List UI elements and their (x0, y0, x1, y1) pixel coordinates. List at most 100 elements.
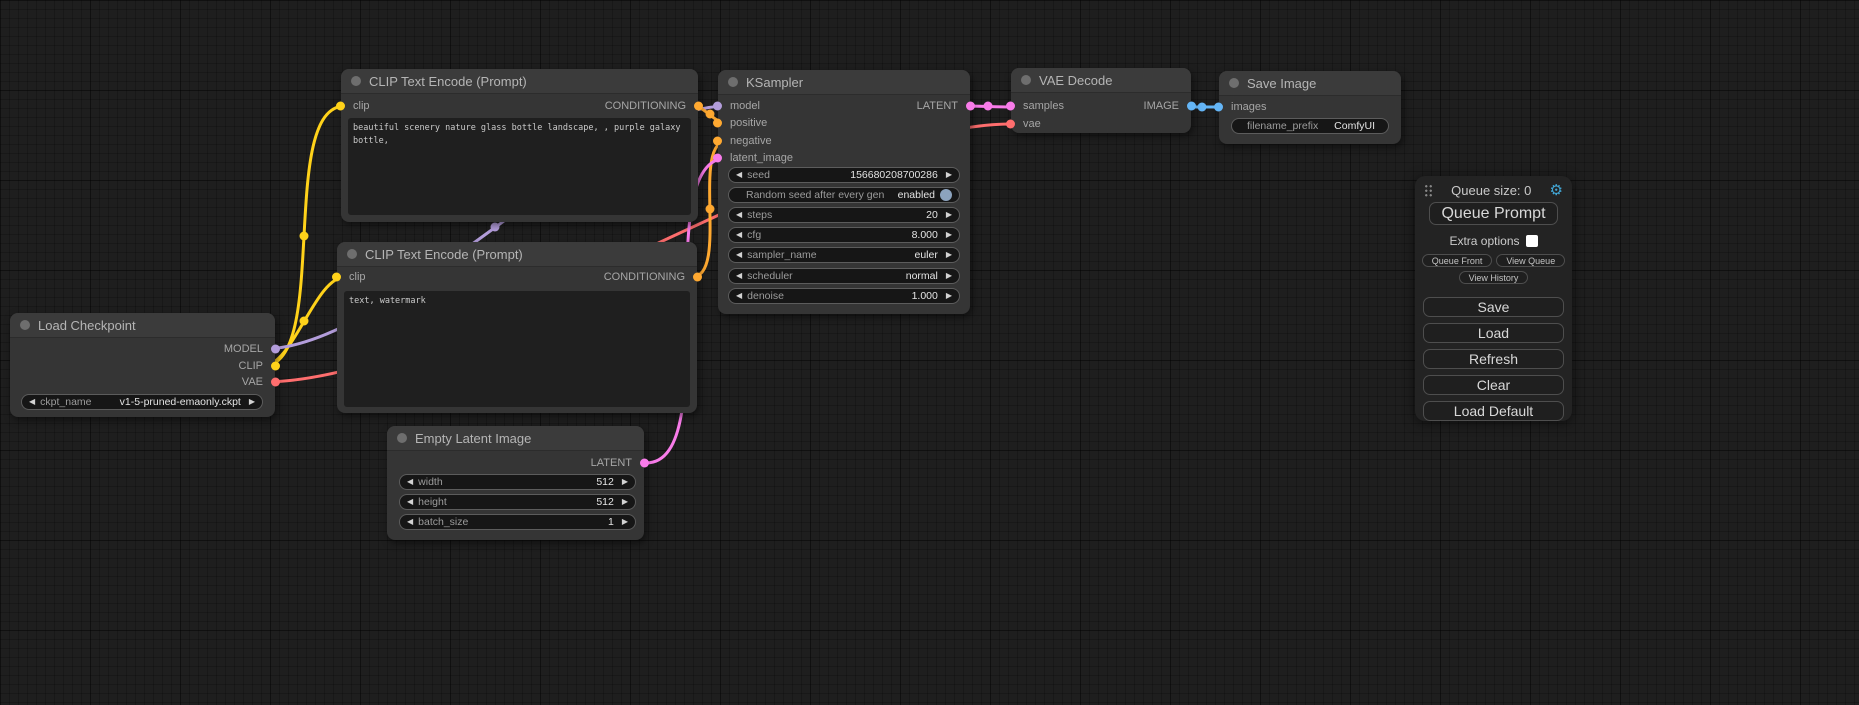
view-history-button[interactable]: View History (1459, 271, 1529, 284)
decrement-arrow-icon[interactable]: ◀ (736, 211, 742, 219)
widget-sampler-name[interactable]: ◀ sampler_name euler ▶ (728, 247, 960, 263)
load-default-button[interactable]: Load Default (1423, 401, 1564, 421)
node-title-bar[interactable]: Load Checkpoint (10, 313, 275, 338)
decrement-arrow-icon[interactable]: ◀ (736, 272, 742, 280)
decrement-arrow-icon[interactable]: ◀ (407, 518, 413, 526)
increment-arrow-icon[interactable]: ▶ (946, 211, 952, 219)
input-port-model[interactable] (713, 102, 722, 111)
increment-arrow-icon[interactable]: ▶ (622, 478, 628, 486)
input-port-clip[interactable] (336, 102, 345, 111)
widget-scheduler[interactable]: ◀ scheduler normal ▶ (728, 268, 960, 284)
slot-row: latent_image (718, 150, 970, 166)
increment-arrow-icon[interactable]: ▶ (622, 498, 628, 506)
input-port-samples[interactable] (1006, 102, 1015, 111)
widget-steps[interactable]: ◀ steps 20 ▶ (728, 207, 960, 223)
decrement-arrow-icon[interactable]: ◀ (736, 251, 742, 259)
output-port-vae[interactable] (271, 378, 280, 387)
collapse-dot-icon[interactable] (351, 76, 361, 86)
collapse-dot-icon[interactable] (1021, 75, 1031, 85)
slot-row: positive (718, 115, 970, 131)
output-port-latent[interactable] (966, 102, 975, 111)
queue-prompt-button[interactable]: Queue Prompt (1429, 202, 1558, 225)
increment-arrow-icon[interactable]: ▶ (946, 171, 952, 179)
collapse-dot-icon[interactable] (347, 249, 357, 259)
prompt-textarea[interactable]: text, watermark (344, 291, 690, 407)
decrement-arrow-icon[interactable]: ◀ (407, 478, 413, 486)
prompt-textarea[interactable]: beautiful scenery nature glass bottle la… (348, 118, 691, 215)
clear-button[interactable]: Clear (1423, 375, 1564, 395)
decrement-arrow-icon[interactable]: ◀ (407, 498, 413, 506)
widget-random-seed-toggle[interactable]: Random seed after every gen enabled (728, 187, 960, 203)
input-port-latent-image[interactable] (713, 154, 722, 163)
decrement-arrow-icon[interactable]: ◀ (29, 398, 35, 406)
increment-arrow-icon[interactable]: ▶ (622, 518, 628, 526)
node-title-bar[interactable]: Save Image (1219, 71, 1401, 96)
input-port-positive[interactable] (713, 119, 722, 128)
node-load-checkpoint[interactable]: Load Checkpoint MODEL CLIP VAE ◀ ckpt_na… (10, 313, 275, 417)
node-vae-decode[interactable]: VAE Decode samples IMAGE vae (1011, 68, 1191, 133)
input-port-images[interactable] (1214, 103, 1223, 112)
node-save-image[interactable]: Save Image images filename_prefix ComfyU… (1219, 71, 1401, 144)
widget-cfg[interactable]: ◀ cfg 8.000 ▶ (728, 227, 960, 243)
widget-seed[interactable]: ◀ seed 156680208700286 ▶ (728, 167, 960, 183)
widget-ckpt-name[interactable]: ◀ ckpt_name v1-5-pruned-emaonly.ckpt ▶ (21, 394, 263, 410)
output-port-model[interactable] (271, 345, 280, 354)
wire-midpoint-dot (300, 317, 309, 326)
node-title-bar[interactable]: Empty Latent Image (387, 426, 644, 451)
node-title-bar[interactable]: CLIP Text Encode (Prompt) (337, 242, 697, 267)
collapse-dot-icon[interactable] (397, 433, 407, 443)
input-port-vae[interactable] (1006, 120, 1015, 129)
output-port-image[interactable] (1187, 102, 1196, 111)
queue-size-label: Queue size: 0 (1433, 183, 1550, 198)
queue-actions-row: Queue Front View Queue (1422, 254, 1565, 267)
widget-batch-size[interactable]: ◀ batch_size 1 ▶ (399, 514, 636, 530)
increment-arrow-icon[interactable]: ▶ (946, 272, 952, 280)
drag-handle-icon[interactable] (1424, 184, 1433, 197)
wire-midpoint-dot (1198, 103, 1207, 112)
output-row: MODEL (10, 341, 275, 357)
input-port-negative[interactable] (713, 137, 722, 146)
node-title-bar[interactable]: CLIP Text Encode (Prompt) (341, 69, 698, 94)
widget-filename-prefix[interactable]: filename_prefix ComfyUI (1231, 118, 1389, 134)
increment-arrow-icon[interactable]: ▶ (946, 231, 952, 239)
node-clip-text-encode-positive[interactable]: CLIP Text Encode (Prompt) clip CONDITION… (341, 69, 698, 222)
wire-midpoint-dot (706, 110, 715, 119)
node-title: CLIP Text Encode (Prompt) (369, 74, 527, 89)
node-empty-latent-image[interactable]: Empty Latent Image LATENT ◀ width 512 ▶ … (387, 426, 644, 540)
output-port-conditioning[interactable] (694, 102, 703, 111)
toggle-knob-icon[interactable] (940, 189, 952, 201)
extra-options-checkbox[interactable] (1526, 235, 1538, 247)
increment-arrow-icon[interactable]: ▶ (946, 292, 952, 300)
node-title: KSampler (746, 75, 803, 90)
decrement-arrow-icon[interactable]: ◀ (736, 171, 742, 179)
output-row: LATENT (387, 455, 644, 471)
collapse-dot-icon[interactable] (728, 77, 738, 87)
queue-front-button[interactable]: Queue Front (1422, 254, 1493, 267)
node-ksampler[interactable]: KSampler model LATENT positive negative … (718, 70, 970, 314)
collapse-dot-icon[interactable] (1229, 78, 1239, 88)
node-clip-text-encode-negative[interactable]: CLIP Text Encode (Prompt) clip CONDITION… (337, 242, 697, 413)
widget-height[interactable]: ◀ height 512 ▶ (399, 494, 636, 510)
widget-width[interactable]: ◀ width 512 ▶ (399, 474, 636, 490)
output-port-clip[interactable] (271, 362, 280, 371)
output-port-conditioning[interactable] (693, 273, 702, 282)
load-button[interactable]: Load (1423, 323, 1564, 343)
increment-arrow-icon[interactable]: ▶ (946, 251, 952, 259)
decrement-arrow-icon[interactable]: ◀ (736, 231, 742, 239)
decrement-arrow-icon[interactable]: ◀ (736, 292, 742, 300)
node-title-bar[interactable]: VAE Decode (1011, 68, 1191, 93)
output-port-latent[interactable] (640, 459, 649, 468)
node-title: VAE Decode (1039, 73, 1112, 88)
input-port-clip[interactable] (332, 273, 341, 282)
increment-arrow-icon[interactable]: ▶ (249, 398, 255, 406)
node-title: Empty Latent Image (415, 431, 531, 446)
node-title-bar[interactable]: KSampler (718, 70, 970, 95)
view-queue-button[interactable]: View Queue (1496, 254, 1565, 267)
save-button[interactable]: Save (1423, 297, 1564, 317)
refresh-button[interactable]: Refresh (1423, 349, 1564, 369)
slot-row: clip CONDITIONING (337, 269, 697, 285)
settings-gear-icon[interactable]: ⚙ (1550, 183, 1563, 198)
widget-denoise[interactable]: ◀ denoise 1.000 ▶ (728, 288, 960, 304)
output-row: VAE (10, 374, 275, 390)
collapse-dot-icon[interactable] (20, 320, 30, 330)
